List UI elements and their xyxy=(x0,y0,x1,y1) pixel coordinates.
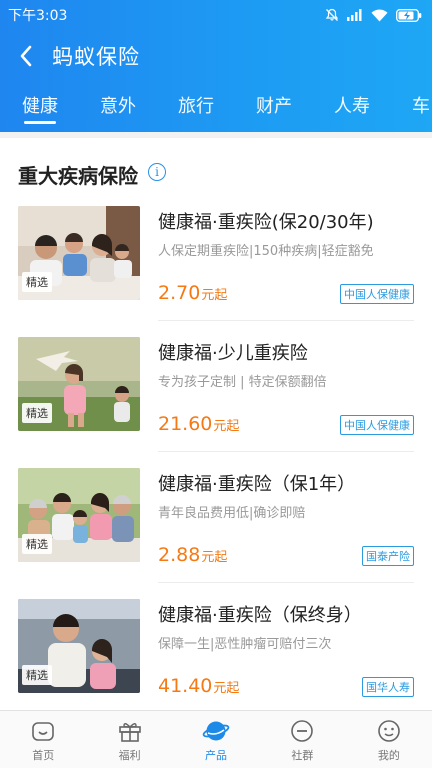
nav-label: 产品 xyxy=(205,749,228,762)
gift-icon xyxy=(118,723,141,742)
tab-accident[interactable]: 意外 xyxy=(100,92,136,118)
wifi-icon xyxy=(371,9,388,21)
product-price: 41.40元起 xyxy=(158,675,239,697)
nav-products[interactable]: 产品 xyxy=(173,711,259,768)
nav-welfare[interactable]: 福利 xyxy=(86,711,172,768)
planet-icon xyxy=(202,721,230,741)
insurer-badge: 国泰产险 xyxy=(362,546,414,566)
profile-icon xyxy=(378,720,400,742)
product-item[interactable]: 精选 健康福·重疾险（保1年） 青年良品费用低|确诊即赔 2.88元起 国泰产险 xyxy=(0,468,432,599)
product-list: 重大疾病保险 i 精选 健康福·重疾险(保20/30年) 人保定期重疾险|150… xyxy=(0,138,432,710)
home-icon xyxy=(32,722,55,741)
category-tabs: 健康 意外 旅行 财产 人寿 车 xyxy=(0,82,432,132)
signal-icon xyxy=(347,9,362,21)
product-price: 2.88元起 xyxy=(158,544,227,566)
tab-life[interactable]: 人寿 xyxy=(334,92,370,118)
info-icon[interactable]: i xyxy=(148,163,166,181)
price-unit: 元起 xyxy=(213,419,240,434)
status-icons xyxy=(325,8,422,22)
battery-charging-icon xyxy=(396,8,422,22)
app-header: 下午3:03 蚂蚁保险 健康 意外 旅行 财产 人寿 车 xyxy=(0,0,432,132)
featured-tag: 精选 xyxy=(22,272,52,292)
nav-community[interactable]: 社群 xyxy=(259,711,345,768)
active-tab-indicator xyxy=(24,121,56,124)
product-item[interactable]: 精选 健康福·重疾险（保终身） 保障一生|恶性肿瘤可赔付三次 41.40元起 国… xyxy=(0,599,432,710)
nav-label: 首页 xyxy=(32,749,55,762)
price-value: 41.40 xyxy=(158,675,213,697)
product-desc: 保障一生|恶性肿瘤可赔付三次 xyxy=(158,637,332,652)
product-item[interactable]: 精选 健康福·少儿重疾险 专为孩子定制 | 特定保额翻倍 21.60元起 中国人… xyxy=(0,337,432,468)
insurer-badge: 中国人保健康 xyxy=(340,284,414,304)
divider xyxy=(158,582,414,583)
product-desc: 专为孩子定制 | 特定保额翻倍 xyxy=(158,375,327,390)
divider xyxy=(158,451,414,452)
featured-tag: 精选 xyxy=(22,665,52,685)
product-item[interactable]: 精选 健康福·重疾险(保20/30年) 人保定期重疾险|150种疾病|轻症豁免 … xyxy=(0,206,432,337)
divider xyxy=(158,320,414,321)
back-arrow-icon xyxy=(20,45,32,67)
bottom-nav: 首页 福利 产品 社群 我的 xyxy=(0,710,432,768)
insurer-badge: 国华人寿 xyxy=(362,677,414,697)
nav-home[interactable]: 首页 xyxy=(0,711,86,768)
insurer-badge: 中国人保健康 xyxy=(340,415,414,435)
title-bar: 蚂蚁保险 xyxy=(0,30,432,82)
product-price: 2.70元起 xyxy=(158,282,227,304)
chat-icon xyxy=(291,720,314,742)
nav-mine[interactable]: 我的 xyxy=(346,711,432,768)
tab-property[interactable]: 财产 xyxy=(256,92,292,118)
nav-label: 社群 xyxy=(291,749,314,762)
product-name: 健康福·少儿重疾险 xyxy=(158,343,308,364)
page-title: 蚂蚁保险 xyxy=(52,45,140,69)
product-price: 21.60元起 xyxy=(158,413,239,435)
mute-icon xyxy=(325,8,339,21)
price-unit: 元起 xyxy=(201,550,228,565)
nav-label: 福利 xyxy=(118,749,141,762)
product-image: 精选 xyxy=(18,337,140,431)
product-name: 健康福·重疾险(保20/30年) xyxy=(158,212,374,233)
status-time: 下午3:03 xyxy=(8,8,68,24)
product-name: 健康福·重疾险（保1年） xyxy=(158,474,356,495)
product-name: 健康福·重疾险（保终身） xyxy=(158,605,362,626)
product-desc: 人保定期重疾险|150种疾病|轻症豁免 xyxy=(158,244,374,259)
price-unit: 元起 xyxy=(201,288,228,303)
tab-car[interactable]: 车 xyxy=(412,92,430,118)
product-image: 精选 xyxy=(18,206,140,300)
price-value: 21.60 xyxy=(158,413,213,435)
price-value: 2.70 xyxy=(158,282,201,304)
featured-tag: 精选 xyxy=(22,534,52,554)
price-value: 2.88 xyxy=(158,544,201,566)
product-image: 精选 xyxy=(18,599,140,693)
section-title: 重大疾病保险 xyxy=(18,164,138,188)
product-image: 精选 xyxy=(18,468,140,562)
back-button[interactable] xyxy=(0,30,52,82)
product-desc: 青年良品费用低|确诊即赔 xyxy=(158,506,306,521)
tab-travel[interactable]: 旅行 xyxy=(178,92,214,118)
nav-label: 我的 xyxy=(377,749,400,762)
featured-tag: 精选 xyxy=(22,403,52,423)
tab-health[interactable]: 健康 xyxy=(22,92,58,118)
price-unit: 元起 xyxy=(213,681,240,696)
status-bar: 下午3:03 xyxy=(0,0,432,30)
